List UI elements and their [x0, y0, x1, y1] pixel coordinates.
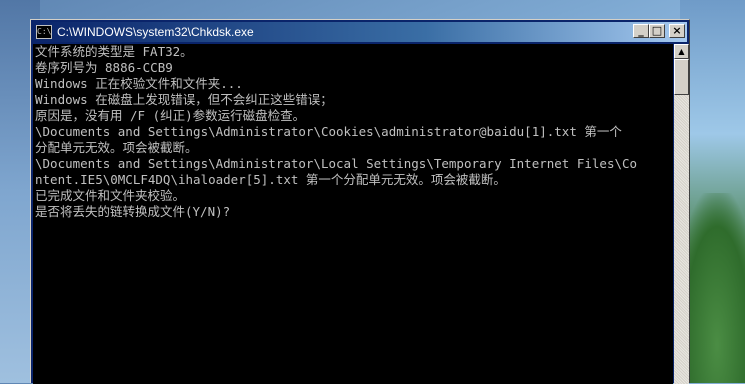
console-line: Windows 在磁盘上发现错误，但不会纠正这些错误；: [35, 92, 333, 107]
console-line: 原因是，没有用 /F (纠正)参数运行磁盘检查。: [35, 108, 306, 123]
console-window: C:\ C:\WINDOWS\system32\Chkdsk.exe _ □ ×…: [30, 19, 690, 384]
console-line: ntent.IE5\0MCLF4DQ\ihaloader[5].txt 第一个分…: [35, 172, 506, 187]
console-line: Windows 正在校验文件和文件夹...: [35, 76, 243, 91]
console-line: 卷序列号为 8886-CCB9: [35, 60, 173, 75]
maximize-button[interactable]: □: [649, 24, 665, 38]
scroll-up-arrow-icon[interactable]: ▲: [674, 44, 689, 59]
console-line: 文件系统的类型是 FAT32。: [35, 44, 193, 59]
console-line: 已完成文件和文件夹校验。: [35, 188, 186, 203]
vertical-scrollbar[interactable]: ▲: [674, 44, 689, 384]
window-title: C:\WINDOWS\system32\Chkdsk.exe: [57, 25, 254, 39]
console-app-icon[interactable]: C:\: [36, 25, 52, 39]
minimize-button[interactable]: _: [633, 24, 649, 38]
console-line: \Documents and Settings\Administrator\Lo…: [35, 156, 638, 171]
close-button[interactable]: ×: [669, 24, 685, 38]
console-output[interactable]: 文件系统的类型是 FAT32。 卷序列号为 8886-CCB9 Windows …: [33, 44, 673, 384]
console-line: \Documents and Settings\Administrator\Co…: [35, 124, 622, 139]
window-titlebar[interactable]: C:\ C:\WINDOWS\system32\Chkdsk.exe _ □ ×: [33, 22, 687, 42]
console-line: 分配单元无效。项会被截断。: [35, 140, 198, 155]
scrollbar-track[interactable]: [674, 95, 689, 384]
console-prompt-line: 是否将丢失的链转换成文件(Y/N)?: [35, 204, 231, 219]
scrollbar-thumb[interactable]: [674, 59, 689, 95]
